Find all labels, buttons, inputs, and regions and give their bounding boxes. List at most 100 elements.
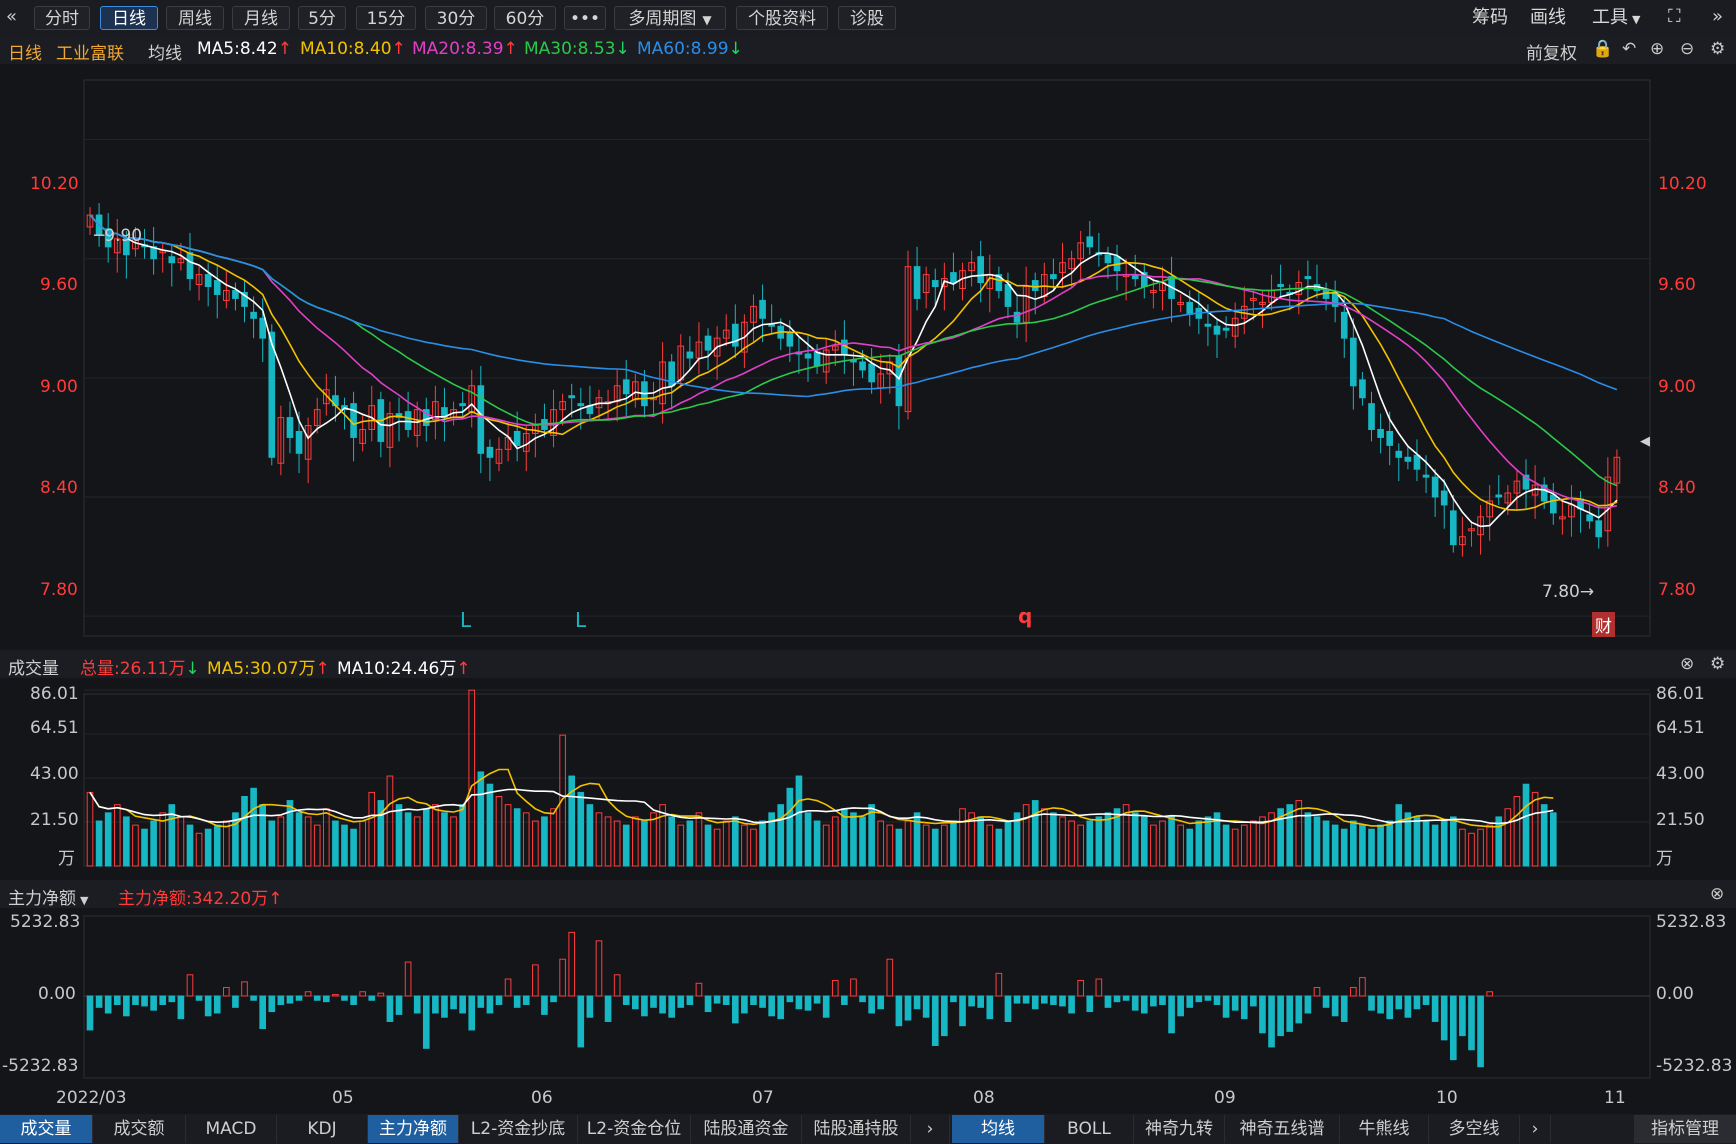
volume-bar-40 — [450, 816, 457, 867]
tools-dropdown[interactable]: 工具 ▼ — [1592, 6, 1640, 30]
candle-body-14 — [213, 280, 221, 295]
capital-bar-128 — [1250, 995, 1257, 1007]
tab-macd[interactable]: MACD — [186, 1115, 277, 1143]
date-label-4: 08 — [973, 1088, 995, 1108]
multi-period-dropdown[interactable]: 多周期图 ▼ — [614, 6, 726, 30]
candle-body-79 — [804, 353, 812, 359]
capital-bar-25 — [313, 995, 321, 1001]
tab-l2-position[interactable]: L2-资金仓位 — [578, 1115, 691, 1143]
capital-bar-123 — [1204, 995, 1212, 1001]
gear-icon[interactable]: ⚙ — [1710, 39, 1725, 59]
ma-label[interactable]: 均线 — [148, 39, 182, 64]
draw-line-button[interactable]: 画线 — [1530, 6, 1566, 30]
zoom-in-icon[interactable]: ⊕ — [1650, 39, 1664, 59]
capital-bar-109 — [1077, 979, 1084, 997]
volume-bar-25 — [313, 824, 321, 867]
capital-panel[interactable]: 5232.83 0.00 -5232.83 5232.83 0.00 -5232… — [0, 908, 1736, 1084]
period-button-fenshi[interactable]: 分时 — [34, 6, 90, 30]
tab-volume[interactable]: 成交量 — [0, 1115, 93, 1143]
chips-button[interactable]: 筹码 — [1472, 6, 1508, 30]
candle-body-47 — [513, 430, 521, 446]
close-icon[interactable]: ⊗ — [1680, 654, 1694, 674]
tab-magic-five[interactable]: 神奇五线谱 — [1225, 1115, 1340, 1143]
price-chart[interactable] — [0, 64, 1736, 650]
expand-icon[interactable]: » — [1712, 6, 1723, 27]
capital-bar-88 — [886, 958, 894, 997]
volume-bar-6 — [141, 828, 148, 867]
capital-axis-left-2: -5232.83 — [2, 1056, 79, 1076]
capital-bar-107 — [1059, 995, 1066, 1007]
capital-bar-67 — [695, 982, 703, 997]
period-button-monthly[interactable]: 月线 — [232, 6, 290, 30]
candle-body-112 — [1104, 254, 1112, 264]
period-button-60min[interactable]: 60分 — [494, 6, 556, 30]
candle-body-138 — [1340, 311, 1348, 339]
capital-bar-69 — [713, 995, 721, 1004]
volume-bar-111 — [1095, 816, 1103, 867]
price-panel[interactable]: 10.20 9.60 9.00 8.40 7.80 10.20 9.60 9.0… — [0, 64, 1736, 650]
stock-name[interactable]: 工业富联 — [56, 39, 124, 64]
tab-bull-bear[interactable]: 牛熊线 — [1340, 1115, 1429, 1143]
period-button-weekly[interactable]: 周线 — [166, 6, 224, 30]
candle-body-125 — [1222, 327, 1230, 331]
tab-boll[interactable]: BOLL — [1045, 1115, 1134, 1143]
volume-bar-62 — [650, 812, 657, 867]
tabs-scroll-icon[interactable]: › — [911, 1115, 950, 1143]
period-button-15min[interactable]: 15分 — [356, 6, 416, 30]
volume-panel[interactable]: 86.01 64.51 43.00 21.50 万 86.01 64.51 43… — [0, 678, 1736, 880]
capital-bar-51 — [550, 995, 557, 1003]
volume-bar-79 — [804, 812, 812, 867]
capital-bar-21 — [277, 995, 285, 1005]
tab-main-capital[interactable]: 主力净额 — [368, 1115, 459, 1143]
capital-bar-111 — [1095, 978, 1103, 997]
volume-bar-69 — [713, 828, 721, 867]
diagnose-button[interactable]: 诊股 — [838, 6, 896, 30]
stock-info-button[interactable]: 个股资料 — [736, 6, 828, 30]
finance-badge[interactable]: 财 — [1592, 612, 1615, 637]
capital-bar-38 — [432, 995, 439, 1014]
price-axis-left-1: 9.60 — [40, 275, 78, 295]
indicator-manage-button[interactable]: 指标管理 — [1634, 1115, 1736, 1143]
volume-bar-27 — [332, 820, 339, 867]
fullscreen-icon[interactable]: ⛶ — [1668, 6, 1681, 27]
capital-chart[interactable] — [0, 908, 1736, 1084]
capital-bar-141 — [1368, 995, 1375, 1011]
period-button-5min[interactable]: 5分 — [298, 6, 346, 30]
capital-bar-5 — [132, 995, 139, 1005]
close-icon[interactable]: ⊗ — [1710, 884, 1724, 904]
capital-bar-117 — [1150, 995, 1157, 1007]
zoom-out-icon[interactable]: ⊖ — [1680, 39, 1694, 59]
lock-icon[interactable]: 🔒 — [1592, 39, 1613, 59]
more-periods-button[interactable]: ••• — [564, 6, 606, 30]
period-label: 日线 — [8, 44, 42, 64]
tabs-scroll-right-icon[interactable]: › — [1520, 1115, 1551, 1143]
volume-bar-29 — [350, 828, 357, 867]
capital-bar-124 — [1213, 995, 1221, 1005]
tab-long-short[interactable]: 多空线 — [1429, 1115, 1520, 1143]
gear-icon[interactable]: ⚙ — [1710, 654, 1725, 674]
adjust-mode[interactable]: 前复权 — [1526, 39, 1577, 64]
tab-kdj[interactable]: KDJ — [277, 1115, 368, 1143]
undo-icon[interactable]: ↶ — [1622, 39, 1636, 59]
volume-bar-96 — [959, 808, 966, 867]
date-label-2: 06 — [531, 1088, 553, 1108]
tab-hk-flow[interactable]: 陆股通资金 — [691, 1115, 802, 1143]
volume-bar-158 — [1522, 783, 1530, 867]
tab-magic-nine[interactable]: 神奇九转 — [1134, 1115, 1225, 1143]
tab-turnover[interactable]: 成交额 — [93, 1115, 186, 1143]
capital-title-dropdown[interactable]: 主力净额 ▼ — [8, 884, 88, 909]
candle-body-150 — [1449, 510, 1457, 546]
volume-chart[interactable] — [0, 678, 1736, 880]
volume-title[interactable]: 成交量 — [8, 654, 59, 679]
tab-hk-holding[interactable]: 陆股通持股 — [802, 1115, 911, 1143]
volume-bar-92 — [922, 824, 930, 867]
tab-ma[interactable]: 均线 — [952, 1115, 1045, 1143]
capital-bar-120 — [1177, 995, 1184, 1017]
tab-l2-bottom[interactable]: L2-资金抄底 — [459, 1115, 578, 1143]
back-icon[interactable]: « — [6, 6, 17, 27]
capital-axis-left-0: 5232.83 — [10, 912, 81, 932]
candle-body-166 — [1595, 520, 1603, 538]
candle-body-145 — [1404, 456, 1412, 462]
period-button-daily[interactable]: 日线 — [100, 6, 158, 30]
period-button-30min[interactable]: 30分 — [425, 6, 487, 30]
